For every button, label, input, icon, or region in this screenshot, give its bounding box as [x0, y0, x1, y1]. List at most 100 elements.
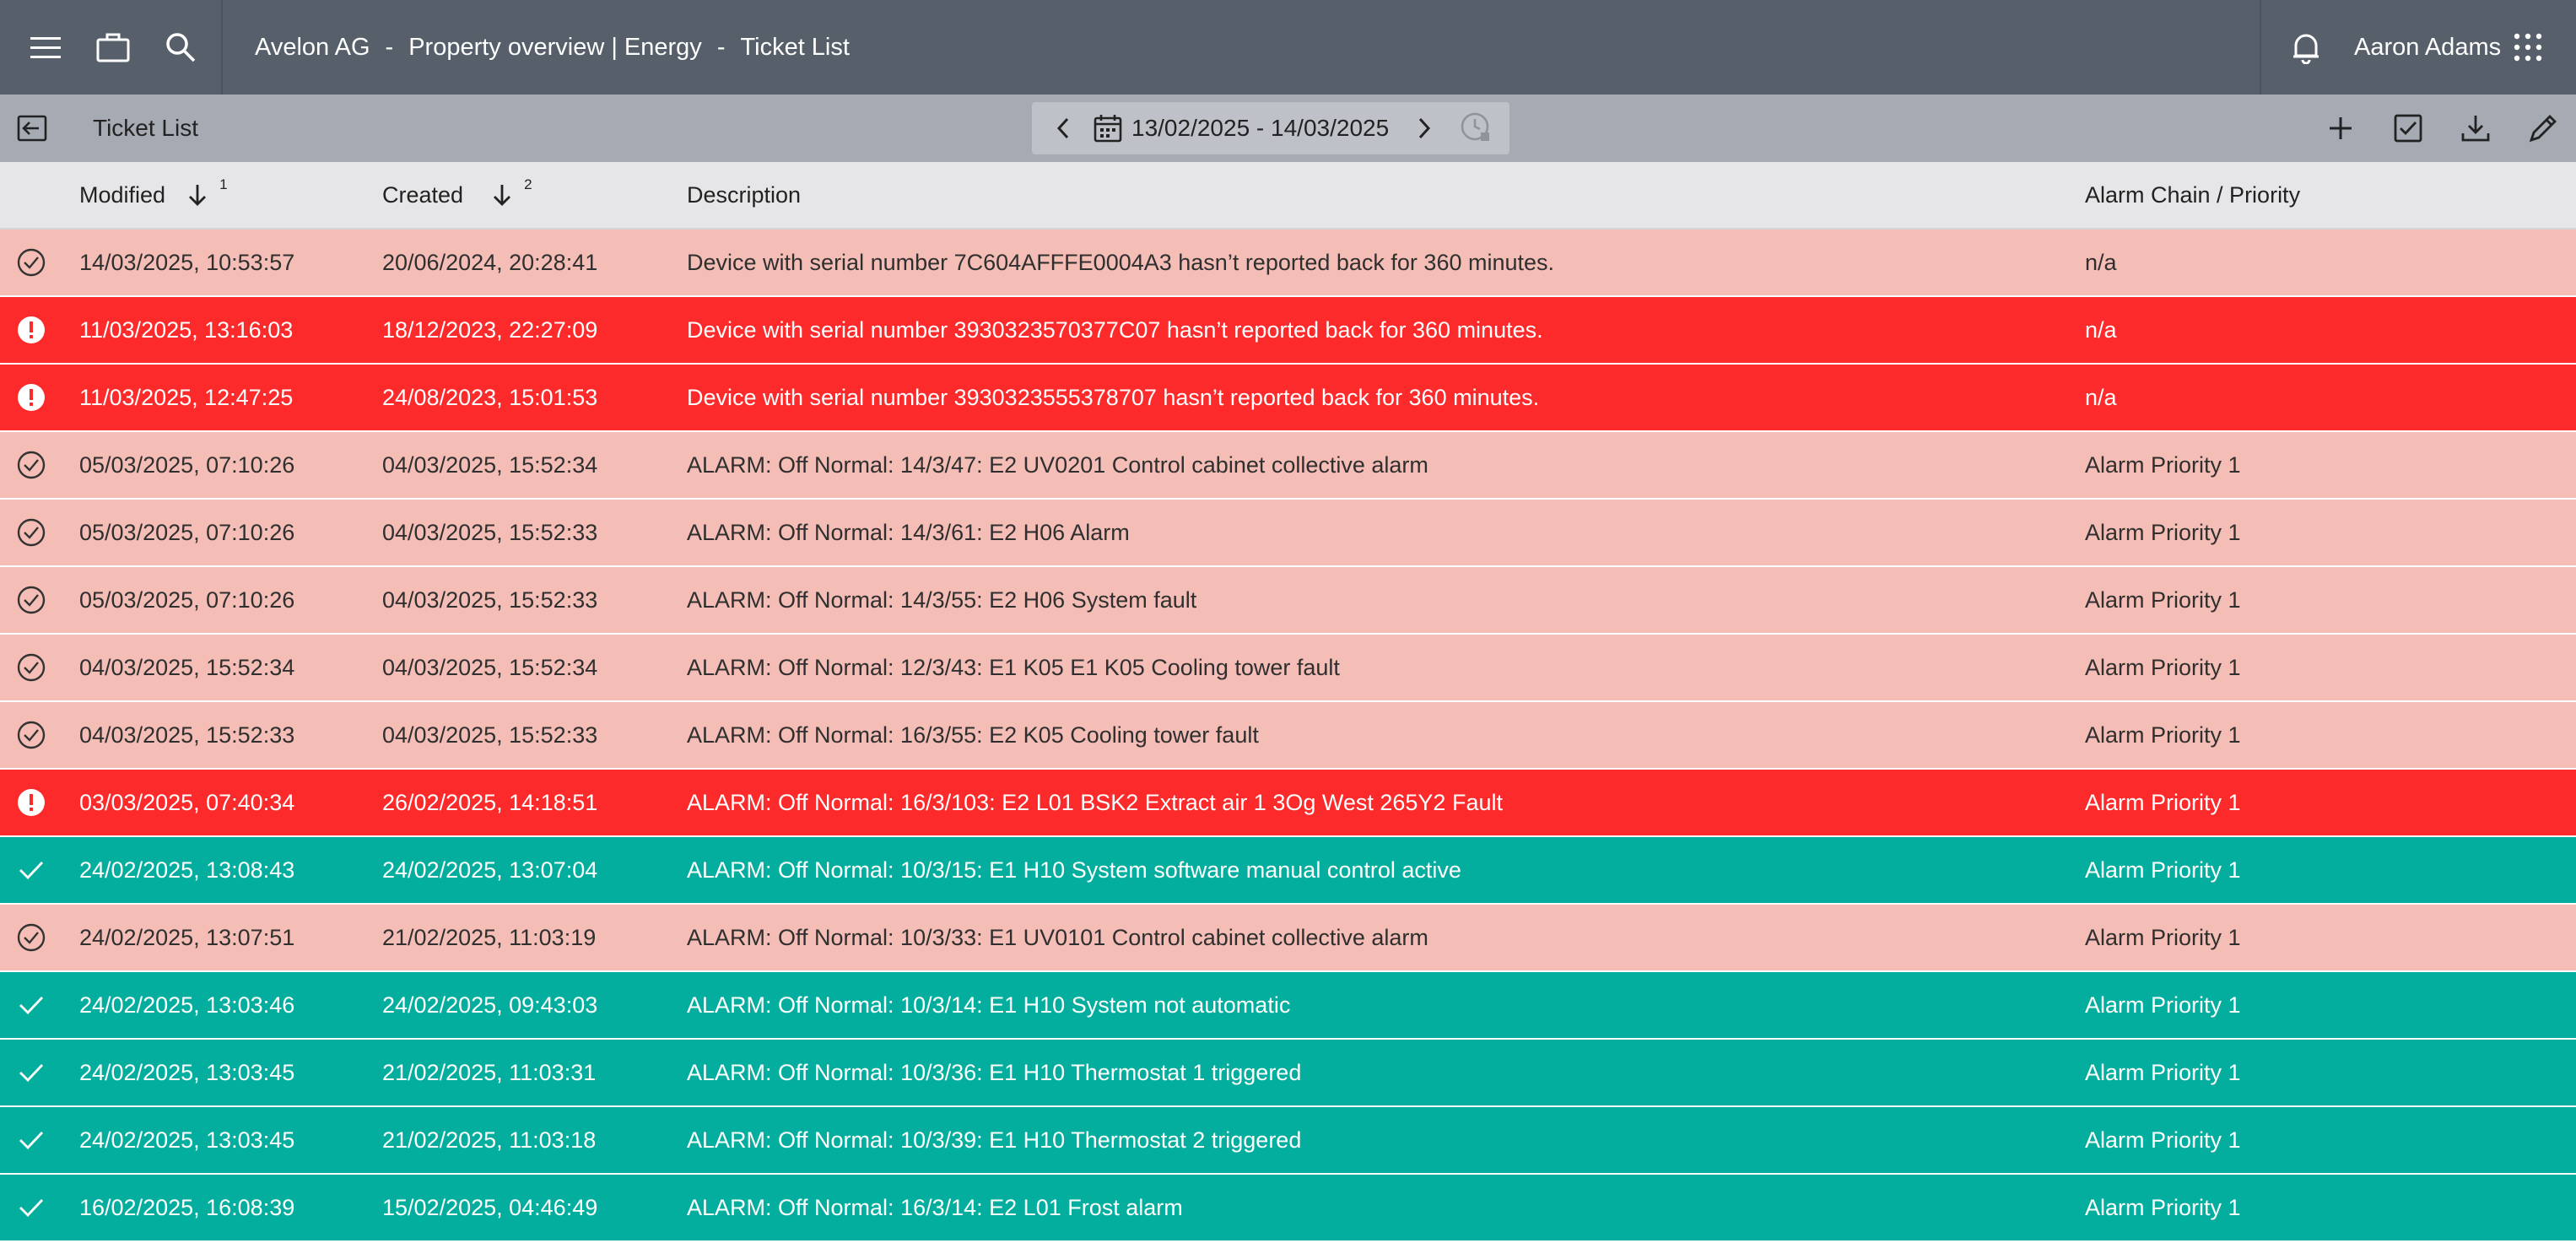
check-circle-icon	[0, 500, 62, 565]
cell-alarm-chain: n/a	[2085, 316, 2117, 343]
column-header-label: Created	[382, 181, 464, 208]
alert-circle-icon	[0, 297, 62, 363]
sort-down-icon[interactable]	[187, 183, 208, 207]
cell-alarm-chain: Alarm Priority 1	[2085, 586, 2241, 613]
column-header-description[interactable]: Description	[687, 162, 801, 228]
check-icon	[0, 1107, 62, 1173]
table-row[interactable]: 05/03/2025, 07:10:26 04/03/2025, 15:52:34…	[0, 432, 2576, 500]
check-circle-icon	[0, 567, 62, 633]
cell-modified: 24/02/2025, 13:03:45	[79, 1059, 295, 1085]
table-row[interactable]: 24/02/2025, 13:07:51 21/02/2025, 11:03:19…	[0, 905, 2576, 972]
breadcrumb-item-company[interactable]: Avelon AG	[255, 34, 370, 62]
cell-description: ALARM: Off Normal: 14/3/47: E2 UV0201 Co…	[687, 451, 1428, 478]
breadcrumb-item-property[interactable]: Property overview | Energy	[408, 34, 702, 62]
page-title: Ticket List	[93, 115, 198, 141]
check-icon	[0, 1040, 62, 1105]
cell-alarm-chain: Alarm Priority 1	[2085, 1059, 2241, 1085]
table-row[interactable]: 04/03/2025, 15:52:34 04/03/2025, 15:52:34…	[0, 635, 2576, 702]
cell-modified: 24/02/2025, 13:07:51	[79, 924, 295, 950]
chevron-left-icon[interactable]	[1042, 102, 1084, 154]
add-icon[interactable]	[2310, 95, 2371, 162]
search-icon[interactable]	[147, 0, 214, 95]
cell-modified: 24/02/2025, 13:03:46	[79, 992, 295, 1018]
cell-created: 24/02/2025, 09:43:03	[382, 992, 598, 1018]
cell-created: 15/02/2025, 04:46:49	[382, 1194, 598, 1220]
cell-alarm-chain: Alarm Priority 1	[2085, 1194, 2241, 1220]
cell-created: 04/03/2025, 15:52:33	[382, 721, 598, 748]
cell-alarm-chain: Alarm Priority 1	[2085, 992, 2241, 1018]
cell-alarm-chain: Alarm Priority 1	[2085, 721, 2241, 748]
topbar-divider	[221, 0, 223, 95]
menu-icon[interactable]	[12, 0, 79, 95]
cell-alarm-chain: Alarm Priority 1	[2085, 519, 2241, 545]
cell-description: ALARM: Off Normal: 14/3/61: E2 H06 Alarm	[687, 519, 1130, 545]
table-row[interactable]: 05/03/2025, 07:10:26 04/03/2025, 15:52:33…	[0, 567, 2576, 635]
cell-description: ALARM: Off Normal: 10/3/39: E1 H10 Therm…	[687, 1127, 1302, 1153]
cell-description: ALARM: Off Normal: 10/3/36: E1 H10 Therm…	[687, 1059, 1302, 1085]
column-header-created[interactable]: Created 2	[382, 162, 532, 228]
cell-created: 04/03/2025, 15:52:33	[382, 519, 598, 545]
table-row[interactable]: 11/03/2025, 13:16:03 18/12/2023, 22:27:09…	[0, 297, 2576, 365]
alert-circle-icon	[0, 770, 62, 835]
sort-order-badge: 2	[524, 176, 532, 192]
clock-icon	[1455, 102, 1498, 154]
cell-description: ALARM: Off Normal: 14/3/55: E2 H06 Syste…	[687, 586, 1197, 613]
apps-grid-icon[interactable]	[2494, 0, 2562, 95]
table-row[interactable]: 05/03/2025, 07:10:26 04/03/2025, 15:52:33…	[0, 500, 2576, 567]
check-circle-icon	[0, 230, 62, 295]
ticket-table: Modified 1 Created 2 Description Alarm C…	[0, 162, 2576, 1242]
table-row[interactable]: 04/03/2025, 15:52:33 04/03/2025, 15:52:33…	[0, 702, 2576, 770]
table-row[interactable]: 24/02/2025, 13:03:45 21/02/2025, 11:03:18…	[0, 1107, 2576, 1175]
back-icon[interactable]	[2, 95, 62, 162]
download-icon[interactable]	[2445, 95, 2506, 162]
cell-created: 04/03/2025, 15:52:34	[382, 654, 598, 680]
table-row[interactable]: 24/02/2025, 13:03:45 21/02/2025, 11:03:31…	[0, 1040, 2576, 1107]
edit-icon[interactable]	[2513, 95, 2573, 162]
cell-description: ALARM: Off Normal: 10/3/15: E1 H10 Syste…	[687, 857, 1461, 883]
chevron-right-icon[interactable]	[1403, 102, 1445, 154]
user-name[interactable]: Aaron Adams	[2354, 0, 2501, 95]
check-circle-icon	[0, 905, 62, 970]
cell-created: 21/02/2025, 11:03:19	[382, 924, 597, 950]
breadcrumb-separator: -	[385, 33, 394, 61]
top-app-bar: Avelon AG - Property overview | Energy -…	[0, 0, 2576, 95]
cell-alarm-chain: Alarm Priority 1	[2085, 924, 2241, 950]
table-row[interactable]: 16/02/2025, 16:08:39 15/02/2025, 04:46:49…	[0, 1175, 2576, 1242]
breadcrumb: Avelon AG - Property overview | Energy -…	[255, 0, 850, 95]
cell-created: 04/03/2025, 15:52:34	[382, 451, 598, 478]
table-row[interactable]: 11/03/2025, 12:47:25 24/08/2023, 15:01:53…	[0, 365, 2576, 432]
bell-icon[interactable]	[2272, 0, 2340, 95]
column-header-alarm-chain[interactable]: Alarm Chain / Priority	[2085, 162, 2300, 228]
table-row[interactable]: 03/03/2025, 07:40:34 26/02/2025, 14:18:51…	[0, 770, 2576, 837]
table-row[interactable]: 24/02/2025, 13:03:46 24/02/2025, 09:43:03…	[0, 972, 2576, 1040]
check-circle-icon	[0, 635, 62, 700]
breadcrumb-separator: -	[716, 33, 726, 61]
checkbox-icon[interactable]	[2378, 95, 2438, 162]
table-row[interactable]: 24/02/2025, 13:08:43 24/02/2025, 13:07:04…	[0, 837, 2576, 905]
calendar-icon[interactable]	[1089, 102, 1126, 154]
date-range-label[interactable]: 13/02/2025 - 14/03/2025	[1131, 102, 1389, 154]
column-header-modified[interactable]: Modified 1	[79, 162, 228, 228]
cell-alarm-chain: n/a	[2085, 384, 2117, 410]
cell-alarm-chain: Alarm Priority 1	[2085, 789, 2241, 815]
sort-down-icon[interactable]	[492, 183, 512, 207]
alert-circle-icon	[0, 365, 62, 430]
cell-modified: 04/03/2025, 15:52:33	[79, 721, 295, 748]
topbar-divider	[2260, 0, 2261, 95]
cell-description: Device with serial number 39303235553787…	[687, 384, 1540, 410]
cell-modified: 11/03/2025, 13:16:03	[79, 316, 294, 343]
cell-created: 24/08/2023, 15:01:53	[382, 384, 598, 410]
date-range-picker: 13/02/2025 - 14/03/2025	[1032, 102, 1509, 154]
cell-modified: 05/03/2025, 07:10:26	[79, 519, 295, 545]
cell-modified: 03/03/2025, 07:40:34	[79, 789, 295, 815]
briefcase-icon[interactable]	[79, 0, 147, 95]
breadcrumb-item-page: Ticket List	[740, 33, 850, 61]
cell-modified: 24/02/2025, 13:08:43	[79, 857, 295, 883]
cell-alarm-chain: Alarm Priority 1	[2085, 451, 2241, 478]
cell-created: 21/02/2025, 11:03:18	[382, 1127, 597, 1153]
cell-modified: 11/03/2025, 12:47:25	[79, 384, 294, 410]
table-row[interactable]: 14/03/2025, 10:53:57 20/06/2024, 20:28:41…	[0, 230, 2576, 297]
cell-created: 24/02/2025, 13:07:04	[382, 857, 598, 883]
cell-modified: 16/02/2025, 16:08:39	[79, 1194, 295, 1220]
toolbar: Ticket List 13/02/2025 - 14/03/2025	[0, 95, 2576, 162]
